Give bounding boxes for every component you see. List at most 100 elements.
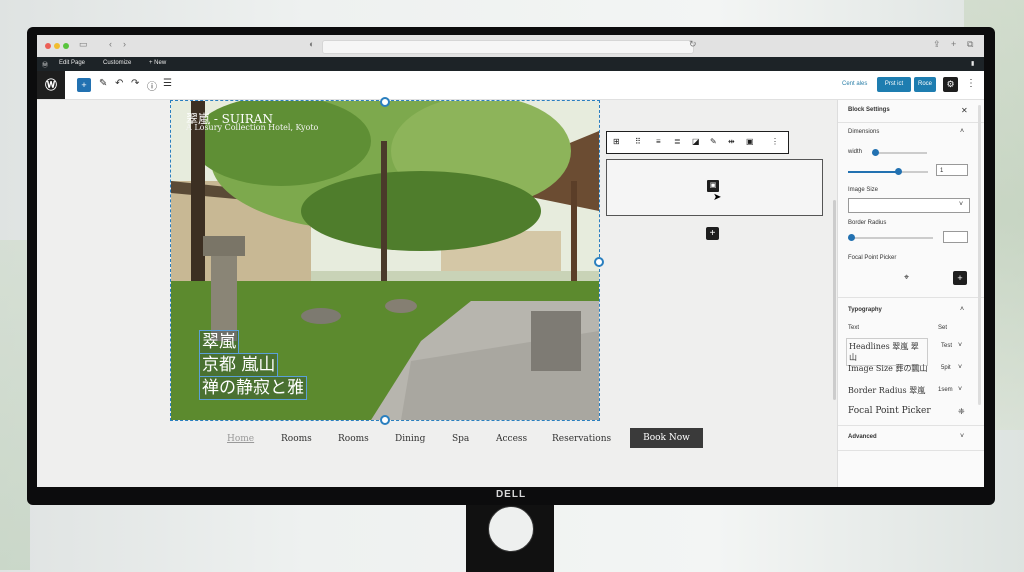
hero-image-block[interactable]: 翠嵐 - SUIRAN A Losury Collection Hotel, K… bbox=[170, 100, 600, 421]
advanced-heading[interactable]: Advanced bbox=[848, 434, 877, 440]
edit-icon[interactable]: ✎ bbox=[710, 137, 717, 146]
more-options-icon[interactable]: ⋮ bbox=[771, 137, 779, 146]
slider-knob[interactable] bbox=[848, 234, 855, 241]
book-now-button[interactable]: Book Now bbox=[630, 428, 703, 448]
nav-item-dining[interactable]: Dining bbox=[395, 434, 425, 444]
width-input[interactable]: 1 bbox=[936, 164, 968, 176]
nav-item-spa[interactable]: Spa bbox=[452, 434, 469, 444]
block-toolbar: ⊞ ⠿ ≡ ≣ ◪ ✎ ⇹ ▣ ⋮ bbox=[606, 131, 789, 154]
nav-item-home[interactable]: Home bbox=[227, 434, 254, 444]
info-icon[interactable]: ⓘ bbox=[147, 78, 157, 93]
crop-icon[interactable]: ◪ bbox=[692, 137, 700, 146]
new-tab-icon[interactable]: + bbox=[951, 39, 956, 49]
focal-point-icon[interactable]: ❈ bbox=[958, 407, 965, 416]
sidebar-scrollbar[interactable] bbox=[978, 105, 981, 405]
nav-item-access[interactable]: Access bbox=[496, 434, 527, 444]
media-icon[interactable]: ▣ bbox=[746, 137, 754, 146]
align-icon[interactable]: ≡ bbox=[656, 137, 661, 146]
new-link[interactable]: + New bbox=[149, 60, 166, 66]
list-view-icon[interactable]: ☰ bbox=[163, 78, 172, 89]
image-size-select[interactable]: ˅ bbox=[848, 198, 970, 213]
avatar[interactable]: ▮ bbox=[971, 60, 974, 67]
more-options-icon[interactable]: ⋮ bbox=[966, 78, 976, 89]
link-icon[interactable]: ⇹ bbox=[728, 137, 735, 146]
slider-knob[interactable] bbox=[895, 168, 902, 175]
chevron-up-icon[interactable]: ˄ bbox=[960, 306, 964, 313]
close-window-icon[interactable] bbox=[45, 43, 51, 49]
back-icon[interactable]: ‹ bbox=[109, 39, 112, 49]
hero-jp-line[interactable]: 京都 嵐山 bbox=[198, 353, 279, 377]
typography-row-focal-point[interactable]: Focal Point Picker bbox=[848, 406, 931, 416]
divider bbox=[838, 450, 984, 451]
wordpress-icon[interactable]: Ⓦ bbox=[37, 71, 65, 99]
focal-point-label: Focal Point Picker bbox=[848, 255, 897, 261]
add-focal-point-button[interactable]: + bbox=[953, 271, 967, 285]
add-block-inline-button[interactable]: + bbox=[706, 227, 719, 240]
customize-link[interactable]: Customize bbox=[103, 60, 131, 66]
chevron-down-icon[interactable]: ˅ bbox=[958, 364, 962, 371]
hero-jp-line[interactable]: 禅の静寂と雅 bbox=[199, 376, 307, 400]
nav-item-rooms[interactable]: Rooms bbox=[281, 434, 312, 444]
address-bar[interactable] bbox=[322, 40, 694, 54]
chevron-down-icon[interactable]: ˅ bbox=[960, 433, 964, 440]
focal-point-icon[interactable]: ⌖ bbox=[904, 272, 909, 283]
undo-icon[interactable]: ↶ bbox=[115, 78, 123, 89]
slider-knob[interactable] bbox=[872, 149, 879, 156]
nav-item-rooms-2[interactable]: Rooms bbox=[338, 434, 369, 444]
forward-icon[interactable]: › bbox=[123, 39, 126, 49]
typography-row-headlines[interactable]: Headlines 翠嵐 翠山 bbox=[846, 338, 928, 366]
pencil-icon[interactable]: ✎ bbox=[99, 78, 107, 89]
border-radius-input[interactable] bbox=[943, 231, 968, 243]
add-block-button[interactable]: + bbox=[77, 78, 91, 92]
canvas-scrollbar[interactable] bbox=[833, 200, 836, 400]
wordpress-icon[interactable]: Ⓦ bbox=[42, 60, 48, 69]
maximize-window-icon[interactable] bbox=[63, 43, 69, 49]
nav-item-reservations[interactable]: Reservations bbox=[552, 434, 611, 444]
redo-icon[interactable]: ↷ bbox=[131, 78, 139, 89]
publish-button[interactable]: Roce bbox=[914, 77, 936, 92]
reload-icon[interactable]: ↻ bbox=[689, 39, 697, 50]
minimize-window-icon[interactable] bbox=[54, 43, 60, 49]
text-label: Text bbox=[848, 325, 860, 331]
preview-button[interactable]: Prst ict bbox=[877, 77, 911, 92]
tabs-overview-icon[interactable]: ⧉ bbox=[967, 39, 973, 50]
editor-toolbar: Ⓦ + ✎ ↶ ↷ ⓘ ☰ Cent ales Prst ict Roce ⚙ … bbox=[37, 71, 984, 100]
resize-handle-top[interactable] bbox=[380, 97, 390, 107]
chevron-down-icon[interactable]: ˅ bbox=[958, 342, 962, 349]
share-icon[interactable]: ⇪ bbox=[933, 39, 941, 50]
background-plant-left bbox=[0, 240, 30, 570]
border-radius-slider[interactable] bbox=[848, 234, 933, 241]
typography-row-border-radius[interactable]: Border Radius 翠嵐 bbox=[848, 385, 925, 396]
resize-handle-bottom[interactable] bbox=[380, 415, 390, 425]
gear-icon[interactable]: ⚙ bbox=[943, 77, 958, 92]
hero-subtitle: A Losury Collection Hotel, Kyoto bbox=[186, 123, 319, 132]
resize-handle-right[interactable] bbox=[594, 257, 604, 267]
chevron-down-icon[interactable]: ˅ bbox=[958, 386, 962, 393]
screen: ▭ ‹ › ◐ ↻ ⇪ + ⧉ Ⓦ Edit Page Customize + … bbox=[37, 35, 984, 487]
image-placeholder[interactable]: ▣ ➤ bbox=[606, 159, 823, 216]
width-slider[interactable] bbox=[848, 168, 928, 175]
save-draft-link[interactable]: Cent ales bbox=[842, 81, 867, 87]
drag-handle-icon[interactable]: ⠿ bbox=[635, 137, 641, 146]
block-type-icon[interactable]: ⊞ bbox=[613, 137, 620, 146]
typography-row-image-size[interactable]: Image Size 葬の飄山 bbox=[848, 363, 927, 374]
settings-sidebar: Block Settings ✕ Dimensions ˄ width 1 Im… bbox=[837, 100, 984, 487]
close-icon[interactable]: ✕ bbox=[961, 106, 968, 115]
site-navigation: Home Rooms Rooms Dining Spa Access Reser… bbox=[217, 428, 737, 452]
width-label: width bbox=[848, 149, 863, 155]
slider-fill bbox=[848, 171, 896, 173]
width-slider-top[interactable] bbox=[872, 149, 927, 156]
browser-chrome: ▭ ‹ › ◐ ↻ ⇪ + ⧉ bbox=[37, 35, 984, 58]
typography-value[interactable]: 1sem bbox=[938, 387, 953, 393]
typography-value[interactable]: 5pit bbox=[941, 365, 951, 371]
justify-icon[interactable]: ≣ bbox=[674, 137, 681, 146]
stand-cable-hole bbox=[488, 506, 534, 552]
image-icon[interactable]: ▣ bbox=[707, 180, 719, 192]
typography-value[interactable]: Test bbox=[941, 343, 952, 349]
sidebar-toggle-icon[interactable]: ▭ bbox=[79, 39, 88, 50]
edit-page-link[interactable]: Edit Page bbox=[59, 60, 85, 66]
hero-jp-line[interactable]: 翠嵐 bbox=[199, 330, 239, 354]
editor-canvas: 翠嵐 - SUIRAN A Losury Collection Hotel, K… bbox=[37, 97, 837, 487]
chevron-up-icon[interactable]: ˄ bbox=[960, 128, 964, 135]
shield-icon: ◐ bbox=[309, 39, 315, 49]
